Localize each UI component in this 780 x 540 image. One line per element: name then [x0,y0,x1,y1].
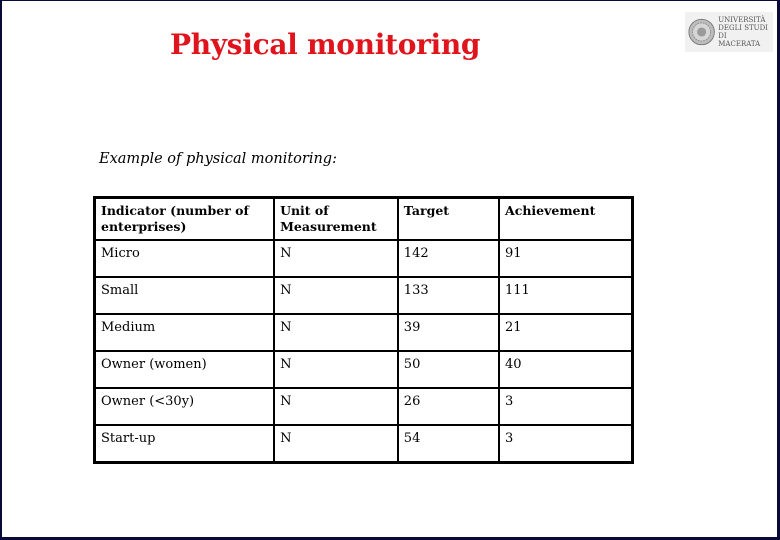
university-seal-icon [688,18,715,46]
university-logo: UNIVERSITÀ DEGLI STUDI DI MACERATA [685,12,773,52]
slide-title: Physical monitoring [170,28,481,61]
cell-unit: N [273,424,399,464]
table-row: Medium N 39 21 [93,313,634,352]
table-row: Owner (<30y) N 26 3 [93,387,634,426]
cell-indicator: Medium [93,313,276,352]
cell-indicator: Owner (<30y) [93,387,276,426]
cell-target: 50 [396,350,501,389]
cell-indicator: Start-up [93,424,276,464]
cell-unit: N [273,350,399,389]
header-target: Target [396,196,501,241]
cell-indicator: Small [93,276,276,315]
cell-achievement: 91 [498,239,634,278]
cell-achievement: 111 [498,276,634,315]
cell-target: 39 [396,313,501,352]
cell-unit: N [273,276,399,315]
table-row: Owner (women) N 50 40 [93,350,634,389]
university-logo-text: UNIVERSITÀ DEGLI STUDI DI MACERATA [718,16,768,48]
monitoring-table: Indicator (number of enterprises) Unit o… [93,196,634,464]
cell-indicator: Owner (women) [93,350,276,389]
cell-target: 142 [396,239,501,278]
cell-achievement: 21 [498,313,634,352]
cell-target: 133 [396,276,501,315]
table-row: Small N 133 111 [93,276,634,315]
slide: Physical monitoring UNIVERSITÀ DEGLI STU… [0,0,780,540]
cell-achievement: 40 [498,350,634,389]
header-unit: Unit of Measurement [273,196,399,241]
header-achievement: Achievement [498,196,634,241]
cell-achievement: 3 [498,387,634,426]
cell-target: 26 [396,387,501,426]
cell-unit: N [273,239,399,278]
table-header-row: Indicator (number of enterprises) Unit o… [93,196,634,241]
cell-achievement: 3 [498,424,634,464]
header-indicator: Indicator (number of enterprises) [93,196,276,241]
slide-subtitle: Example of physical monitoring: [99,151,337,167]
table-row: Micro N 142 91 [93,239,634,278]
cell-unit: N [273,313,399,352]
cell-target: 54 [396,424,501,464]
cell-indicator: Micro [93,239,276,278]
table-row: Start-up N 54 3 [93,424,634,464]
cell-unit: N [273,387,399,426]
